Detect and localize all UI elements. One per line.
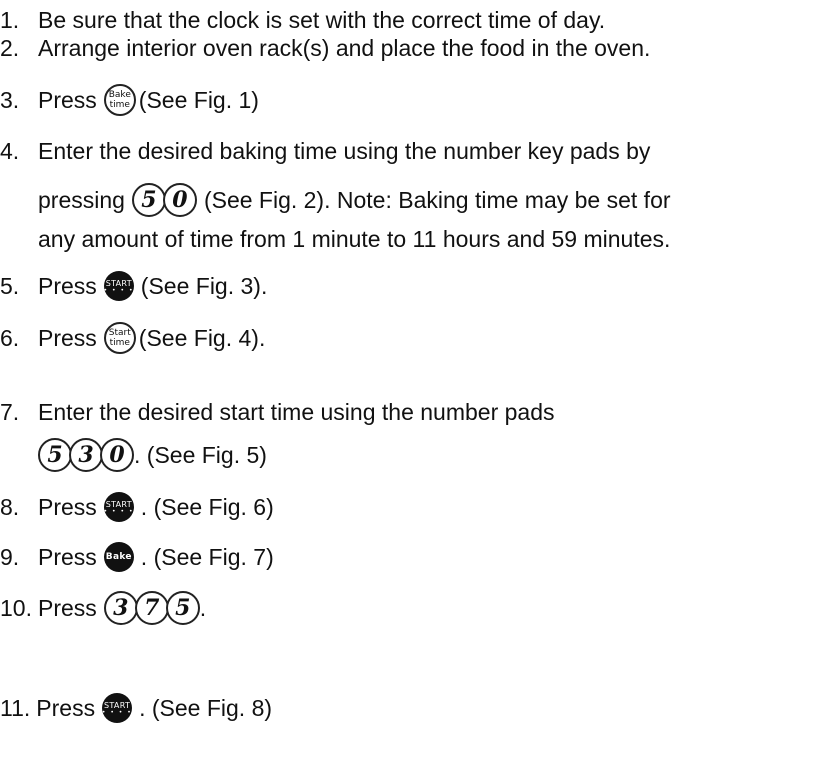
step-press-label: Press: [38, 494, 97, 520]
start-pad-dots: • • • •: [103, 507, 134, 515]
step-number: 7.: [0, 399, 20, 425]
start-time-pad-icon: Start time: [103, 322, 136, 354]
step-number: 10.: [0, 595, 32, 621]
step-text: Arrange interior oven rack(s) and place …: [38, 35, 651, 61]
step-figure-ref: (See Fig. 1): [138, 87, 259, 113]
step-text: Enter the desired baking time using the …: [38, 138, 651, 164]
step-11: 11. Press START • • • • . (See Fig. 8): [0, 693, 273, 723]
step-7-line-2: 5 3 0 . (See Fig. 5): [38, 438, 267, 472]
bake-time-pad-icon: Bake time: [103, 84, 136, 116]
step-number: 1.: [0, 7, 20, 33]
step-4-line-3: any amount of time from 1 minute to 11 h…: [38, 225, 670, 253]
step-press-label: Press: [36, 695, 96, 721]
step-press-label: Press: [38, 87, 97, 113]
step-4-line-2: pressing 5 0 (See Fig. 2). Note: Baking …: [38, 183, 671, 217]
start-time-pad-line2: time: [109, 338, 130, 348]
digit-3-pad-icon: 3: [69, 438, 103, 472]
start-time-pad-line1: Start: [108, 328, 131, 338]
step-text: Enter the desired start time using the n…: [38, 399, 555, 425]
start-pad-dots: • • • •: [103, 286, 134, 294]
step-10: 10. Press 3 7 5 .: [0, 591, 207, 625]
step-pressing-label: pressing: [38, 187, 125, 213]
step-number: 2.: [0, 35, 20, 61]
step-5: 5. Press START • • • • (See Fig. 3).: [0, 271, 268, 301]
step-6: 6. Press Start time (See Fig. 4).: [0, 322, 266, 354]
step-number: 9.: [0, 544, 20, 570]
number-pad-group: 3 7 5: [103, 591, 200, 625]
step-period: .: [199, 595, 207, 621]
digit-5-pad-icon: 5: [38, 438, 72, 472]
step-press-label: Press: [38, 325, 97, 351]
step-4-line-1: 4. Enter the desired baking time using t…: [0, 137, 650, 165]
step-text: Be sure that the clock is set with the c…: [38, 7, 606, 33]
step-3: 3. Press Bake time (See Fig. 1): [0, 84, 259, 116]
step-2: 2. Arrange interior oven rack(s) and pla…: [0, 34, 650, 62]
bake-pad-icon: Bake: [103, 542, 134, 572]
step-7-line-1: 7. Enter the desired start time using th…: [0, 398, 555, 426]
digit-5-pad-icon: 5: [131, 183, 166, 217]
digit-0-pad-icon: 0: [100, 438, 134, 472]
step-number: 6.: [0, 325, 20, 351]
step-number: 4.: [0, 138, 20, 164]
step-figure-ref: . (See Fig. 6): [140, 494, 274, 520]
step-8: 8. Press START • • • • . (See Fig. 6): [0, 492, 274, 522]
number-pad-group: 5 3 0: [38, 438, 134, 472]
digit-7-pad-icon: 7: [134, 591, 169, 625]
step-press-label: Press: [38, 544, 97, 570]
step-note: any amount of time from 1 minute to 11 h…: [38, 226, 671, 252]
step-1: 1. Be sure that the clock is set with th…: [0, 6, 605, 34]
start-pad-icon: START • • • •: [104, 492, 134, 522]
start-pad-icon: START • • • •: [101, 693, 133, 723]
start-pad-icon: START • • • •: [104, 271, 134, 301]
bake-time-pad-line2: time: [109, 100, 130, 110]
step-press-label: Press: [37, 595, 97, 621]
start-pad-dots: • • • •: [101, 708, 133, 716]
digit-5-pad-icon: 5: [165, 591, 200, 625]
step-press-label: Press: [38, 273, 97, 299]
step-number: 5.: [0, 273, 20, 299]
step-number: 11.: [0, 695, 31, 721]
step-number: 3.: [0, 87, 20, 113]
step-number: 8.: [0, 494, 20, 520]
step-figure-ref: (See Fig. 4).: [138, 325, 266, 351]
step-figure-ref: (See Fig. 3).: [140, 273, 268, 299]
bake-time-pad-line1: Bake: [108, 90, 131, 100]
digit-3-pad-icon: 3: [103, 591, 138, 625]
step-figure-ref: . (See Fig. 5): [134, 442, 267, 468]
number-pad-group: 5 0: [131, 183, 197, 217]
digit-0-pad-icon: 0: [162, 183, 197, 217]
step-figure-ref: . (See Fig. 7): [140, 544, 274, 570]
step-figure-ref: (See Fig. 2). Note: Baking time may be s…: [203, 187, 671, 213]
step-9: 9. Press Bake . (See Fig. 7): [0, 542, 274, 572]
step-figure-ref: . (See Fig. 8): [139, 695, 273, 721]
